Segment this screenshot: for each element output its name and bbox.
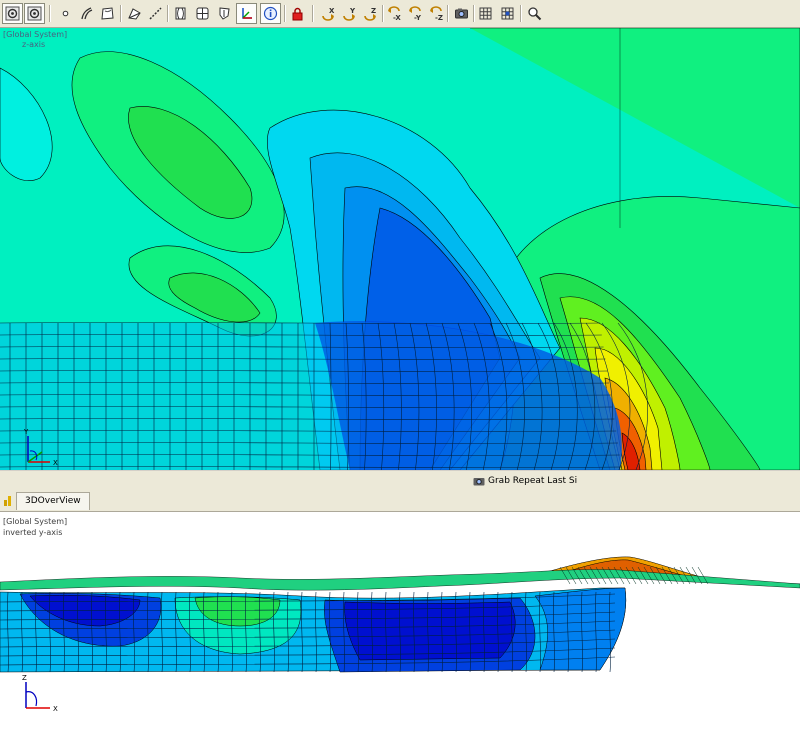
- toolbar-separator: [120, 5, 122, 22]
- grab-repeat-button[interactable]: Grab Repeat Last Si: [473, 475, 577, 487]
- toolbar-separator: [49, 5, 51, 22]
- dot-icon: [62, 10, 69, 17]
- grid-snap-button[interactable]: [497, 3, 518, 24]
- triad-button[interactable]: [236, 3, 257, 24]
- lock-icon: [292, 7, 303, 21]
- rotate-neg-z-icon: -Z: [430, 6, 443, 21]
- shell-button[interactable]: [170, 3, 191, 24]
- svg-text:Z: Z: [371, 7, 376, 15]
- edge-button[interactable]: [76, 3, 97, 24]
- shell-icon: [175, 7, 186, 20]
- target-circle-icon: [5, 6, 20, 21]
- rotate-neg-x-button[interactable]: -X: [385, 3, 406, 24]
- camera-icon: [473, 478, 485, 486]
- triad-x-label: X: [53, 705, 58, 713]
- toolbar-separator: [447, 5, 449, 22]
- shield-icon: [219, 7, 230, 20]
- upper-axis-label: z-axis: [22, 40, 46, 49]
- bar-chart-icon: [4, 496, 11, 506]
- triad-z-label: Z: [22, 674, 27, 682]
- node-button[interactable]: [55, 3, 76, 24]
- polygon-icon: [128, 8, 141, 20]
- rotate-neg-x-icon: -X: [388, 6, 401, 21]
- grid-icon: [479, 7, 492, 20]
- svg-text:-X: -X: [393, 14, 401, 21]
- toolbar-separator: [167, 5, 169, 22]
- toolbar-separator: [382, 5, 384, 22]
- info-button[interactable]: [260, 3, 281, 24]
- target-circle-icon: [27, 6, 42, 21]
- grid-box-icon: [196, 7, 209, 20]
- rotate-x-button[interactable]: X: [318, 3, 339, 24]
- svg-text:-Z: -Z: [435, 14, 443, 21]
- triad-icon: [242, 8, 252, 19]
- rotate-x-icon: X: [322, 7, 335, 21]
- shield-button[interactable]: [214, 3, 235, 24]
- grid-box-button[interactable]: [192, 3, 213, 24]
- polygon-button[interactable]: [124, 3, 145, 24]
- lower-contour-plot: Z X: [0, 512, 800, 730]
- triad-y-label: Y: [23, 428, 29, 436]
- view-splitter[interactable]: [0, 470, 800, 490]
- main-toolbar: X Y Z -X -Y -Z: [0, 0, 800, 28]
- rotate-z-button[interactable]: Z: [360, 3, 381, 24]
- svg-text:-Y: -Y: [414, 14, 422, 21]
- view-center-button[interactable]: [24, 3, 45, 24]
- toolbar-separator: [312, 5, 314, 22]
- upper-viewport[interactable]: Y X [Global System] z-axis: [0, 28, 800, 470]
- rotate-y-icon: Y: [343, 7, 356, 21]
- rotate-neg-z-button[interactable]: -Z: [427, 3, 448, 24]
- dashed-line-icon: [149, 7, 162, 20]
- grid-snap-icon: [501, 7, 514, 20]
- toolbar-separator: [520, 5, 522, 22]
- grab-label: Grab Repeat Last Si: [488, 476, 578, 486]
- face-button[interactable]: [97, 3, 118, 24]
- upper-contour-plot: Y X: [0, 28, 800, 470]
- zoom-button[interactable]: [524, 3, 545, 24]
- rotate-y-button[interactable]: Y: [339, 3, 360, 24]
- rotate-neg-y-icon: -Y: [409, 6, 422, 21]
- lower-axis-label: inverted y-axis: [3, 528, 63, 537]
- svg-text:Y: Y: [349, 7, 356, 15]
- rotate-z-icon: Z: [364, 7, 376, 21]
- lower-viewport[interactable]: Z X [Global System] inverted y-axis: [0, 512, 800, 730]
- rotate-neg-y-button[interactable]: -Y: [406, 3, 427, 24]
- toolbar-separator: [284, 5, 286, 22]
- magnifier-icon: [528, 7, 542, 21]
- lower-tab-bar: 3DOverView: [0, 490, 800, 512]
- lock-button[interactable]: [287, 3, 308, 24]
- info-icon: [263, 6, 278, 21]
- svg-text:X: X: [329, 7, 335, 15]
- tab-3doverview[interactable]: 3DOverView: [16, 492, 90, 510]
- surface-icon: [101, 7, 114, 20]
- triad-x-label: X: [53, 459, 58, 467]
- curve-icon: [81, 7, 93, 20]
- camera-icon: [455, 8, 468, 19]
- camera-button[interactable]: [451, 3, 472, 24]
- grid-button[interactable]: [475, 3, 496, 24]
- lower-system-label: [Global System]: [3, 517, 68, 526]
- dashed-line-button[interactable]: [145, 3, 166, 24]
- view-target-button[interactable]: [2, 3, 23, 24]
